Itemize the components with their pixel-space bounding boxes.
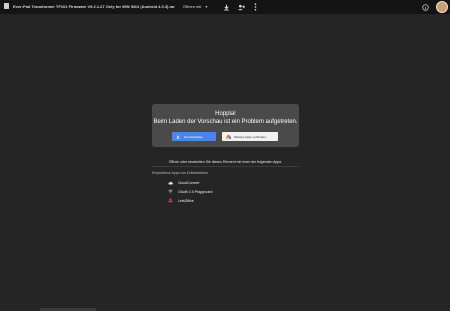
file-icon [4,3,9,9]
file-title: Ever-Pad Transformer TF101 Firmware V9.2… [13,4,175,9]
more-vert-icon[interactable] [250,2,260,12]
download-icon [176,134,180,139]
apps-icon [226,134,231,139]
error-message: Beim Laden der Vorschau ist ein Problem … [153,119,298,125]
download-button-label: Herunterladen [184,134,204,139]
app-list: CloudConvert OAuth 2.0 Playground LetsOf… [168,178,212,205]
preview-error-card: Hoppla! Beim Laden der Vorschau ist ein … [152,104,299,147]
open-with-label: Öffnen mit [183,4,202,9]
chevron-down-icon: ▾ [205,4,208,9]
connect-more-apps-button[interactable]: Weitere Apps verbinden... [222,132,278,141]
top-bar: Ever-Pad Transformer TF101 Firmware V9.2… [0,0,450,14]
letsoffice-icon [168,198,173,203]
download-icon[interactable] [221,2,231,12]
app-item-oauth-playground[interactable]: OAuth 2.0 Playground [168,187,212,196]
app-label: OAuth 2.0 Playground [178,189,213,194]
cloudconvert-icon [168,180,173,185]
oauth-playground-icon [168,189,173,194]
suggested-apps-label: Empfohlene Apps von Drittanbietern [152,171,209,175]
open-with-menu[interactable]: Öffnen mit ▾ [183,3,207,10]
open-with-prompt: Öffnen oder bearbeiten Sie dieses Elemen… [168,160,282,164]
app-label: CloudConvert [178,180,200,185]
info-icon[interactable] [420,2,430,12]
app-item-cloudconvert[interactable]: CloudConvert [168,178,212,187]
error-heading: Hoppla! [215,111,236,117]
add-person-icon[interactable] [236,2,246,12]
connect-more-apps-label: Weitere Apps verbinden... [234,134,269,139]
app-item-letsoffice[interactable]: LetsOffice [168,196,212,205]
app-label: LetsOffice [178,198,194,203]
divider [152,166,299,167]
avatar[interactable] [436,1,448,13]
download-button[interactable]: Herunterladen [172,132,216,141]
